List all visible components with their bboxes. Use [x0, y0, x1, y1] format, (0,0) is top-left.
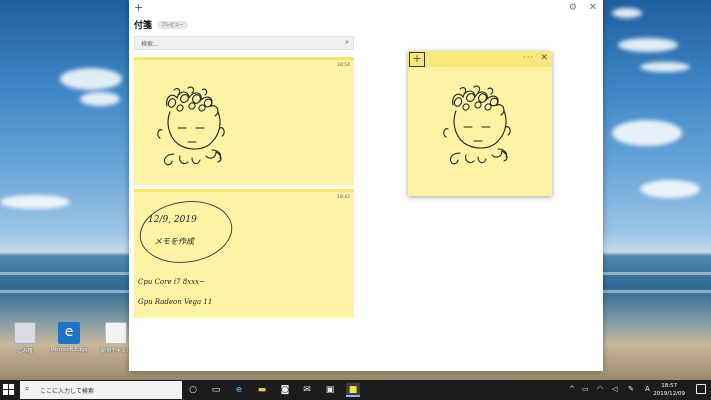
camera-icon[interactable]: ▣	[323, 383, 337, 397]
desktop-icon-edge[interactable]: e Microsoft Edge	[50, 322, 88, 353]
search-icon[interactable]: ⌕	[345, 38, 349, 47]
start-button[interactable]	[3, 384, 15, 396]
note-sketch-drawing	[157, 86, 225, 166]
ime-indicator[interactable]: A	[645, 384, 650, 394]
desktop-icon-label: Microsoft Edge	[50, 347, 88, 353]
notification-center-icon[interactable]	[696, 384, 706, 394]
note-card[interactable]: 18:42 12/9, 2019 メモを作成 Cpu Core i7 8xxx~…	[134, 189, 354, 318]
add-note-button[interactable]: +	[409, 52, 425, 67]
note-header-bar[interactable]: + ··· ✕	[408, 51, 552, 67]
timeline-icon[interactable]: ▭	[209, 383, 223, 397]
cloud	[618, 38, 678, 52]
cloud	[640, 180, 700, 198]
mail-icon[interactable]: ✉	[300, 383, 314, 397]
volume-icon[interactable]: ◁	[612, 384, 617, 394]
file-explorer-icon[interactable]: ▬	[255, 383, 269, 397]
cloud	[640, 62, 690, 72]
desktop-icon-label: ごみ箱	[17, 348, 33, 354]
note-sketch-drawing	[443, 85, 511, 165]
note-card[interactable]: 18:54	[134, 57, 354, 185]
new-note-button[interactable]: +	[134, 2, 143, 14]
edge-icon: e	[58, 322, 80, 344]
cloud	[612, 8, 642, 18]
network-icon[interactable]: ▭	[582, 384, 589, 394]
search-input[interactable]: 検索... ⌕	[134, 36, 354, 50]
recycle-bin-icon	[14, 322, 36, 344]
close-button[interactable]: ✕	[589, 2, 597, 14]
preview-badge: プレビュー	[157, 21, 188, 29]
sticky-notes-icon[interactable]: ■	[346, 383, 360, 397]
close-icon[interactable]: ✕	[540, 53, 548, 64]
handwriting-line: Gpu Radeon Vega 11	[138, 298, 212, 306]
settings-icon[interactable]: ⚙	[569, 3, 577, 13]
page-title: 付箋	[134, 21, 153, 31]
cloud	[0, 195, 70, 209]
show-hidden-icons-chevron[interactable]: ^	[569, 384, 575, 394]
taskbar-search-placeholder: ここに入力して検索	[40, 388, 94, 395]
task-view-icon[interactable]: ○	[186, 383, 200, 397]
cloud	[80, 92, 120, 106]
search-icon: ⌕	[25, 384, 30, 393]
wifi-icon[interactable]: ◠	[597, 384, 603, 394]
floating-sticky-note[interactable]: + ··· ✕	[408, 51, 552, 196]
pen-icon[interactable]: ✎	[628, 384, 634, 394]
taskbar-search-input[interactable]: ⌕ ここに入力して検索	[20, 381, 182, 399]
clock[interactable]: 18:57 2019/12/09	[653, 382, 685, 398]
handwriting-line: 12/9, 2019	[148, 215, 197, 225]
title-bar: + ⚙ ✕	[129, 0, 603, 16]
windows-logo-icon	[3, 384, 8, 389]
handwriting-line: Cpu Core i7 8xxx~	[138, 278, 205, 286]
more-menu-icon[interactable]: ···	[523, 54, 534, 62]
note-handwriting-drawing: 12/9, 2019 メモを作成 Cpu Core i7 8xxx~ Gpu R…	[138, 201, 233, 306]
clock-time: 18:57	[661, 383, 678, 389]
store-icon[interactable]: ◙	[278, 383, 292, 397]
handwriting-line: メモを作成	[154, 237, 195, 246]
document-icon	[105, 322, 127, 344]
clock-date: 2019/12/09	[653, 391, 685, 397]
cloud	[612, 120, 682, 146]
desktop-icon-recycle-bin[interactable]: ごみ箱	[6, 322, 44, 354]
taskbar: ⌕ ここに入力して検索 ○ ▭ e ▬ ◙ ✉ ▣ ■ ^ ▭ ◠ ◁ ✎ A …	[0, 380, 711, 400]
edge-icon[interactable]: e	[232, 383, 246, 397]
search-placeholder: 検索...	[141, 41, 159, 48]
cloud	[60, 68, 122, 90]
